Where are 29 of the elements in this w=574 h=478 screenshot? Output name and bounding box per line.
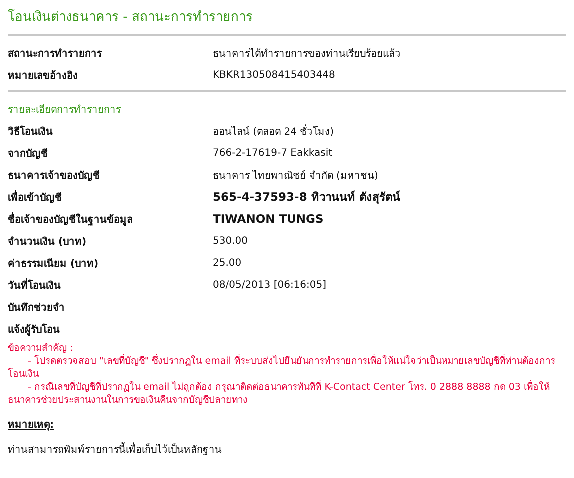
warning-text: - โปรดตรวจสอบ "เลขที่บัญชี" ซึ่งปรากฏใน email ที่ระบบส่งไปยืนยันการทำรายการเพื่อให้แน่ใจว่าเป็นหมายเลขบัญชีที่ท่านต้องการโอนเงิน [8,355,556,380]
notify-label: แจ้งผู้รับโอน [8,322,61,338]
page-title: โอนเงินต่างธนาคาร - สถานะการทำรายการ [8,8,254,27]
field-label: วิธีโอนเงิน [8,124,54,138]
field-label: ธนาคารเจ้าของบัญชี [8,169,101,182]
field-value: ออนไลน์ (ตลอด 24 ชั่วโมง) [213,124,334,138]
warning-text: - กรณีเลขที่บัญชีที่ปรากฏใน email ไม่ถูกต้อง กรุณาติดต่อธนาคารทันทีที่ K-Contact Center โทร. 0 2888 8888 กด 03 เพื่อให้ธนาคารช่วยประสานงานในการขอเงินคืนจากบัญชีปลายทาง [8,381,551,407]
field-value: 530.00 [213,236,248,246]
field-label: หมายเลขอ้างอิง [8,69,79,82]
field-value: ธนาคารได้ทำรายการของท่านเรียบร้อยแล้ว [213,47,401,60]
warning-heading: ข้อความสำคัญ : [8,342,74,355]
field-value: 08/05/2013 [06:16:05] [213,280,327,290]
field-value: ธนาคาร ไทยพาณิชย์ จำกัด (มหาชน) [213,169,378,182]
field-value: 25.00 [213,258,242,268]
field-label: วันที่โอนเงิน [8,278,62,292]
note-text: ท่านสามารถพิมพ์รายการนี้เพื่อเก็บไว้เป็นหลักฐาน [8,442,566,457]
section-heading: รายละเอียดการทำรายการ [8,104,122,118]
note-heading: หมายเหตุ: [8,419,55,432]
field-value: KBKR130508415403448 [213,70,336,80]
field-label: ชื่อเจ้าของบัญชีในฐานข้อมูล [8,212,134,226]
field-label: จำนวนเงิน (บาท) [8,236,88,248]
field-value: 565-4-37593-8 ทิวานนท์ ตังสุรัตน์ [213,189,400,206]
field-label: ค่าธรรมเนียม (บาท) [8,257,100,270]
field-label: เพื่อเข้าบัญชี [8,190,63,204]
field-value: TIWANON TUNGS [213,212,324,226]
field-label: จากบัญชี [8,147,49,160]
field-value: 766-2-17619-7 Eakkasit [213,148,333,158]
field-label: สถานะการทำรายการ [8,48,104,60]
memo-label: บันทึกช่วยจำ [8,302,66,316]
